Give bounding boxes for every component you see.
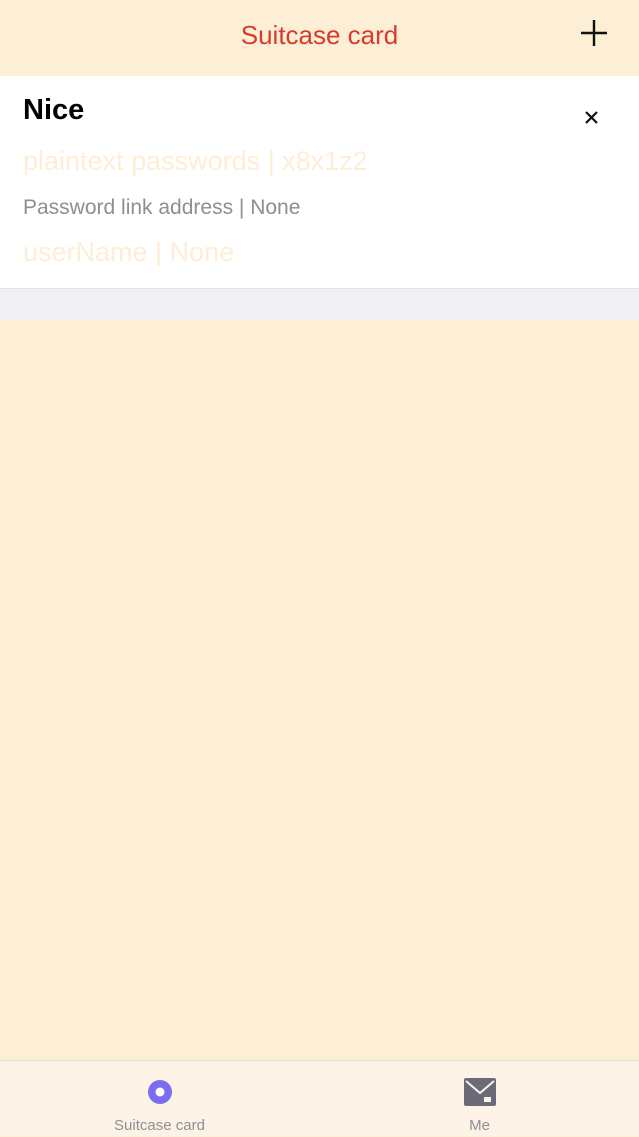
tab-suitcase-card[interactable]: Suitcase card: [0, 1061, 319, 1137]
tab-me[interactable]: Me: [320, 1061, 639, 1137]
password-link-field: Password link address | None: [23, 196, 301, 219]
password-card[interactable]: Nice plaintext passwords | x8x1z2 Passwo…: [0, 76, 639, 288]
tab-label-suitcase-card: Suitcase card: [114, 1117, 205, 1134]
navigation-bar: Suitcase card: [0, 0, 639, 76]
username-field: userName | None: [23, 237, 235, 267]
page-title: Suitcase card: [240, 20, 399, 50]
plus-icon: [581, 20, 607, 46]
tab-bar: Suitcase card Me: [0, 1060, 639, 1136]
mail-icon: [463, 1075, 497, 1109]
list-separator: [0, 288, 639, 320]
record-circle-icon: [143, 1075, 177, 1109]
close-icon: [585, 111, 598, 124]
add-button[interactable]: [579, 18, 609, 48]
tab-label-me: Me: [469, 1117, 490, 1134]
delete-card-button[interactable]: [580, 106, 602, 128]
card-title: Nice: [23, 94, 85, 126]
password-field: plaintext passwords | x8x1z2: [23, 146, 368, 176]
